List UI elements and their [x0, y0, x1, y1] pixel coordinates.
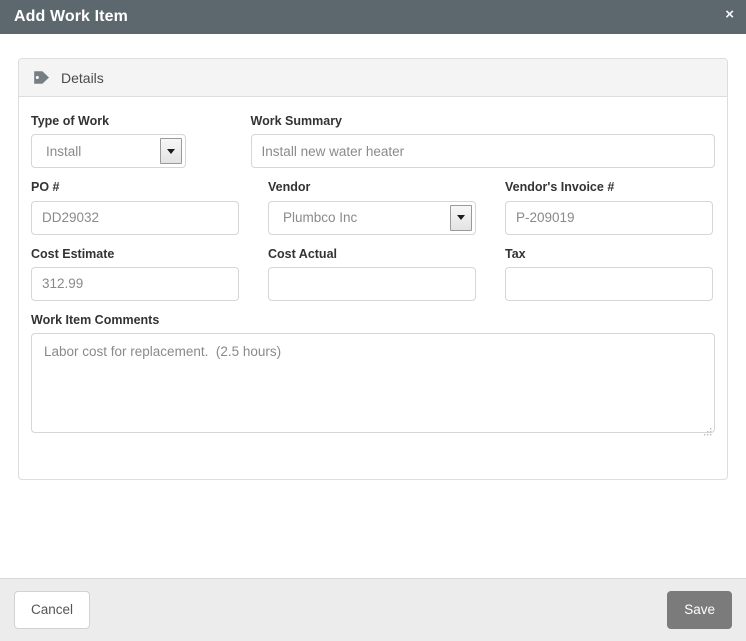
select-type-of-work-value: Install: [46, 143, 82, 159]
field-group-cost-estimate: Cost Estimate: [31, 246, 239, 301]
dialog-footer: Cancel Save: [0, 578, 746, 641]
details-panel-title: Details: [61, 69, 104, 86]
label-po-number: PO #: [31, 180, 60, 195]
chevron-down-icon[interactable]: [450, 204, 472, 231]
work-item-comments-textarea[interactable]: [31, 333, 715, 433]
label-vendor-invoice: Vendor's Invoice #: [505, 180, 615, 195]
field-group-work-summary: Work Summary: [250, 113, 715, 169]
label-cost-actual: Cost Actual: [268, 246, 337, 261]
field-group-vendor: Vendor Plumbco Inc: [268, 179, 476, 235]
cost-actual-input[interactable]: [268, 266, 476, 301]
dialog-title-bar: Add Work Item ×: [0, 0, 746, 34]
page-title: Add Work Item: [14, 8, 128, 25]
form-row-1: Type of Work Install Work Summary: [31, 113, 715, 169]
details-panel: Details Type of Work Install Work Summar…: [18, 58, 728, 480]
field-group-type-of-work: Type of Work Install: [31, 113, 222, 169]
select-vendor[interactable]: Plumbco Inc: [268, 200, 476, 235]
field-group-tax: Tax: [505, 246, 713, 301]
form-row-3: Cost Estimate Cost Actual Tax: [31, 246, 715, 301]
close-icon[interactable]: ×: [725, 7, 734, 22]
details-form: Type of Work Install Work Summary PO: [19, 97, 727, 479]
label-vendor: Vendor: [268, 180, 311, 195]
save-button[interactable]: Save: [667, 591, 732, 629]
work-summary-input[interactable]: [250, 134, 715, 169]
label-type-of-work: Type of Work: [31, 114, 110, 128]
select-vendor-value: Plumbco Inc: [283, 210, 358, 225]
comments-wrapper: [31, 333, 715, 438]
label-cost-estimate: Cost Estimate: [31, 246, 115, 261]
label-tax: Tax: [505, 246, 526, 261]
field-group-po-number: PO #: [31, 179, 239, 235]
field-group-cost-actual: Cost Actual: [268, 246, 476, 301]
tag-icon: [33, 70, 50, 85]
add-work-item-dialog: Add Work Item × Details Type of Work Ins…: [0, 0, 746, 641]
details-panel-header: Details: [19, 59, 727, 97]
chevron-down-icon[interactable]: [160, 138, 182, 165]
tax-input[interactable]: [505, 266, 713, 301]
cost-estimate-input[interactable]: [31, 266, 239, 301]
label-work-summary: Work Summary: [250, 114, 343, 128]
label-work-item-comments: Work Item Comments: [31, 312, 160, 327]
po-number-input[interactable]: [31, 200, 239, 235]
select-type-of-work[interactable]: Install: [31, 134, 186, 169]
form-row-4: Work Item Comments: [31, 312, 715, 438]
field-group-vendor-invoice: Vendor's Invoice #: [505, 179, 713, 235]
dialog-body: Details Type of Work Install Work Summar…: [0, 34, 746, 578]
vendor-invoice-input[interactable]: [505, 200, 713, 235]
cancel-button[interactable]: Cancel: [14, 591, 91, 629]
field-group-comments: Work Item Comments: [31, 312, 715, 438]
form-row-2: PO # Vendor Plumbco Inc Vendor's Invoice…: [31, 179, 715, 235]
